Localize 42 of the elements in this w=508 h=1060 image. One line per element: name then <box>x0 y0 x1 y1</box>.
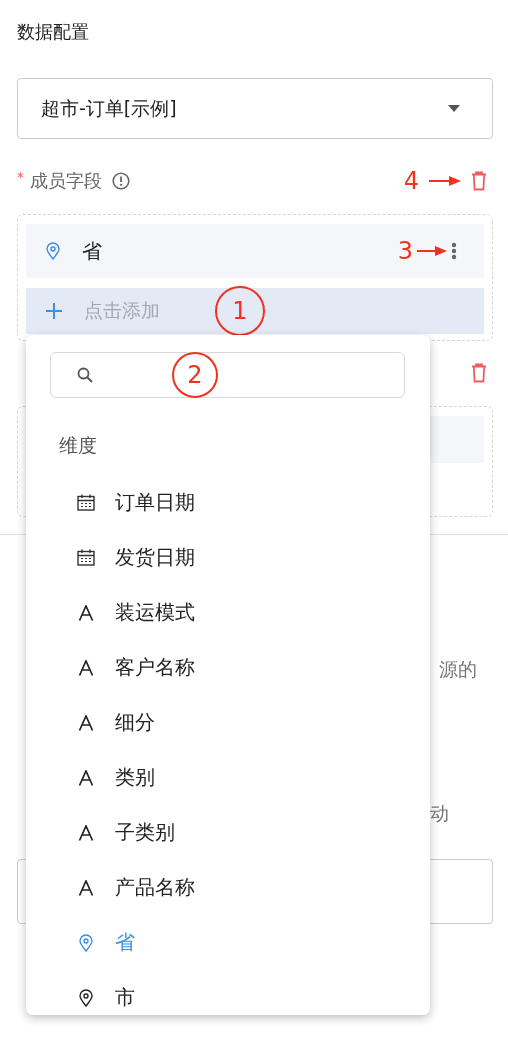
info-icon <box>112 172 130 190</box>
annotation-arrow <box>429 176 461 186</box>
field-option[interactable]: 子类别 <box>26 805 430 860</box>
field-option[interactable]: 订单日期 <box>26 475 430 530</box>
calendar-icon <box>77 494 95 511</box>
annotation-arrow <box>417 246 447 256</box>
description-text: 动 <box>429 801 450 826</box>
field-option[interactable]: 装运模式 <box>26 585 430 640</box>
caret-icon <box>448 105 460 112</box>
plus-icon <box>46 303 62 319</box>
text-type-icon <box>77 659 95 676</box>
delete-icon[interactable] <box>471 171 487 191</box>
field-option[interactable]: 发货日期 <box>26 530 430 585</box>
search-field[interactable]: 2 <box>50 352 405 398</box>
field-chip[interactable]: 省 3 <box>26 224 484 278</box>
description-text: 源的 <box>439 657 477 682</box>
text-type-icon <box>77 769 95 786</box>
location-pin-icon <box>77 933 95 952</box>
group-heading: 维度 <box>59 433 97 458</box>
text-type-icon <box>77 714 95 731</box>
field-option[interactable]: 市 <box>26 970 430 1015</box>
location-pin-icon <box>46 242 60 260</box>
search-icon <box>77 367 93 383</box>
annotation-number: 3 <box>397 237 413 265</box>
dataset-select[interactable]: 超市-订单[示例] <box>17 78 493 139</box>
more-icon[interactable] <box>451 242 457 260</box>
text-type-icon <box>77 604 95 621</box>
field-option[interactable]: 类别 <box>26 750 430 805</box>
calendar-icon <box>77 549 95 566</box>
field-option[interactable]: 省 <box>26 915 430 970</box>
text-type-icon <box>77 879 95 896</box>
text-type-icon <box>77 824 95 841</box>
field-option[interactable]: 产品名称 <box>26 860 430 915</box>
field-option[interactable]: 细分 <box>26 695 430 750</box>
location-pin-icon <box>77 988 95 1007</box>
required-mark: * <box>17 169 24 185</box>
annotation-circle: 2 <box>172 352 218 398</box>
delete-icon[interactable] <box>471 363 487 383</box>
annotation-number: 4 <box>403 167 419 195</box>
field-label: 成员字段 <box>30 169 102 193</box>
field-option[interactable]: 客户名称 <box>26 640 430 695</box>
section-title: 数据配置 <box>17 20 90 44</box>
